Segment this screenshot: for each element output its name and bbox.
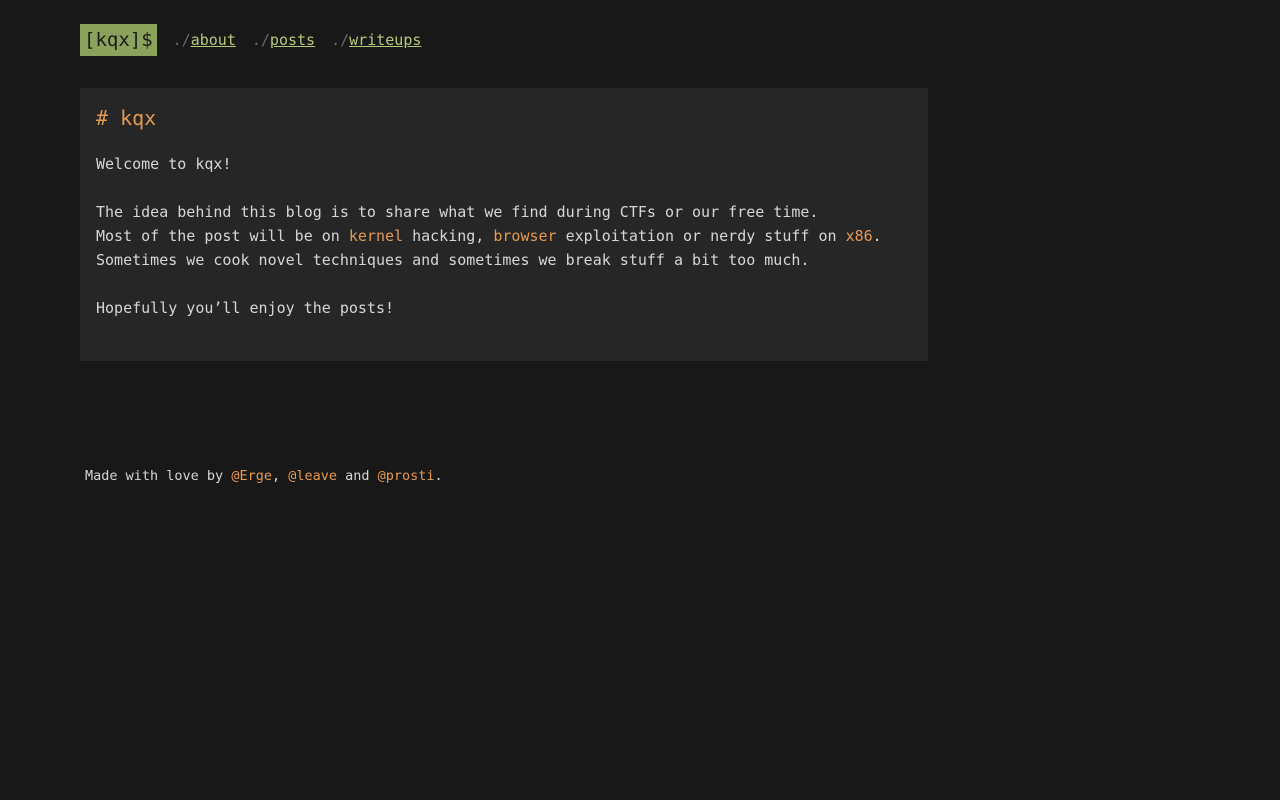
page: [kqx]$ ./about ./posts ./writeups # kqx … <box>0 0 1280 800</box>
nav-item-writeups: ./writeups <box>331 31 421 49</box>
topic-browser: browser <box>493 227 557 245</box>
topic-kernel: kernel <box>348 227 404 245</box>
site-logo[interactable]: [kqx]$ <box>80 24 157 56</box>
nav-prefix: ./ <box>331 31 350 49</box>
author-link-leave[interactable]: @leave <box>288 468 337 484</box>
nav-link-writeups[interactable]: writeups <box>349 31 421 49</box>
intro-line-2: Most of the post will be on kernel hacki… <box>96 224 912 248</box>
closing-line: Hopefully you’ll enjoy the posts! <box>96 299 395 317</box>
nav-item-posts: ./posts <box>252 31 315 49</box>
topic-x86: x86 <box>845 227 873 245</box>
site-header: [kqx]$ ./about ./posts ./writeups <box>80 24 437 56</box>
footer-prefix: Made with love by <box>85 468 232 484</box>
author-link-erge[interactable]: @Erge <box>231 468 272 484</box>
intro-panel: # kqx Welcome to kqx! The idea behind th… <box>80 88 928 361</box>
nav-item-about: ./about <box>173 31 236 49</box>
nav-prefix: ./ <box>251 31 270 49</box>
site-footer: Made with love by @Erge, @leave and @pro… <box>85 466 443 486</box>
text-fragment: Most of the post will be on <box>96 227 349 245</box>
text-fragment: exploitation or nerdy stuff on <box>556 227 846 245</box>
nav-prefix: ./ <box>172 31 191 49</box>
text-fragment: . <box>872 227 882 245</box>
footer-suffix: . <box>434 468 443 484</box>
nav-link-about[interactable]: about <box>191 31 236 49</box>
footer-separator: , <box>271 468 289 484</box>
text-fragment: hacking, <box>403 227 494 245</box>
page-title: # kqx <box>96 106 157 130</box>
intro-line-1: The idea behind this blog is to share wh… <box>96 203 819 221</box>
author-link-prosti[interactable]: @prosti <box>378 468 435 484</box>
welcome-line: Welcome to kqx! <box>96 155 232 173</box>
intro-line-3: Sometimes we cook novel techniques and s… <box>96 251 810 269</box>
intro-text: Welcome to kqx! The idea behind this blo… <box>96 152 912 320</box>
main-nav: ./about ./posts ./writeups <box>173 31 438 49</box>
nav-link-posts[interactable]: posts <box>270 31 315 49</box>
footer-separator: and <box>337 468 378 484</box>
